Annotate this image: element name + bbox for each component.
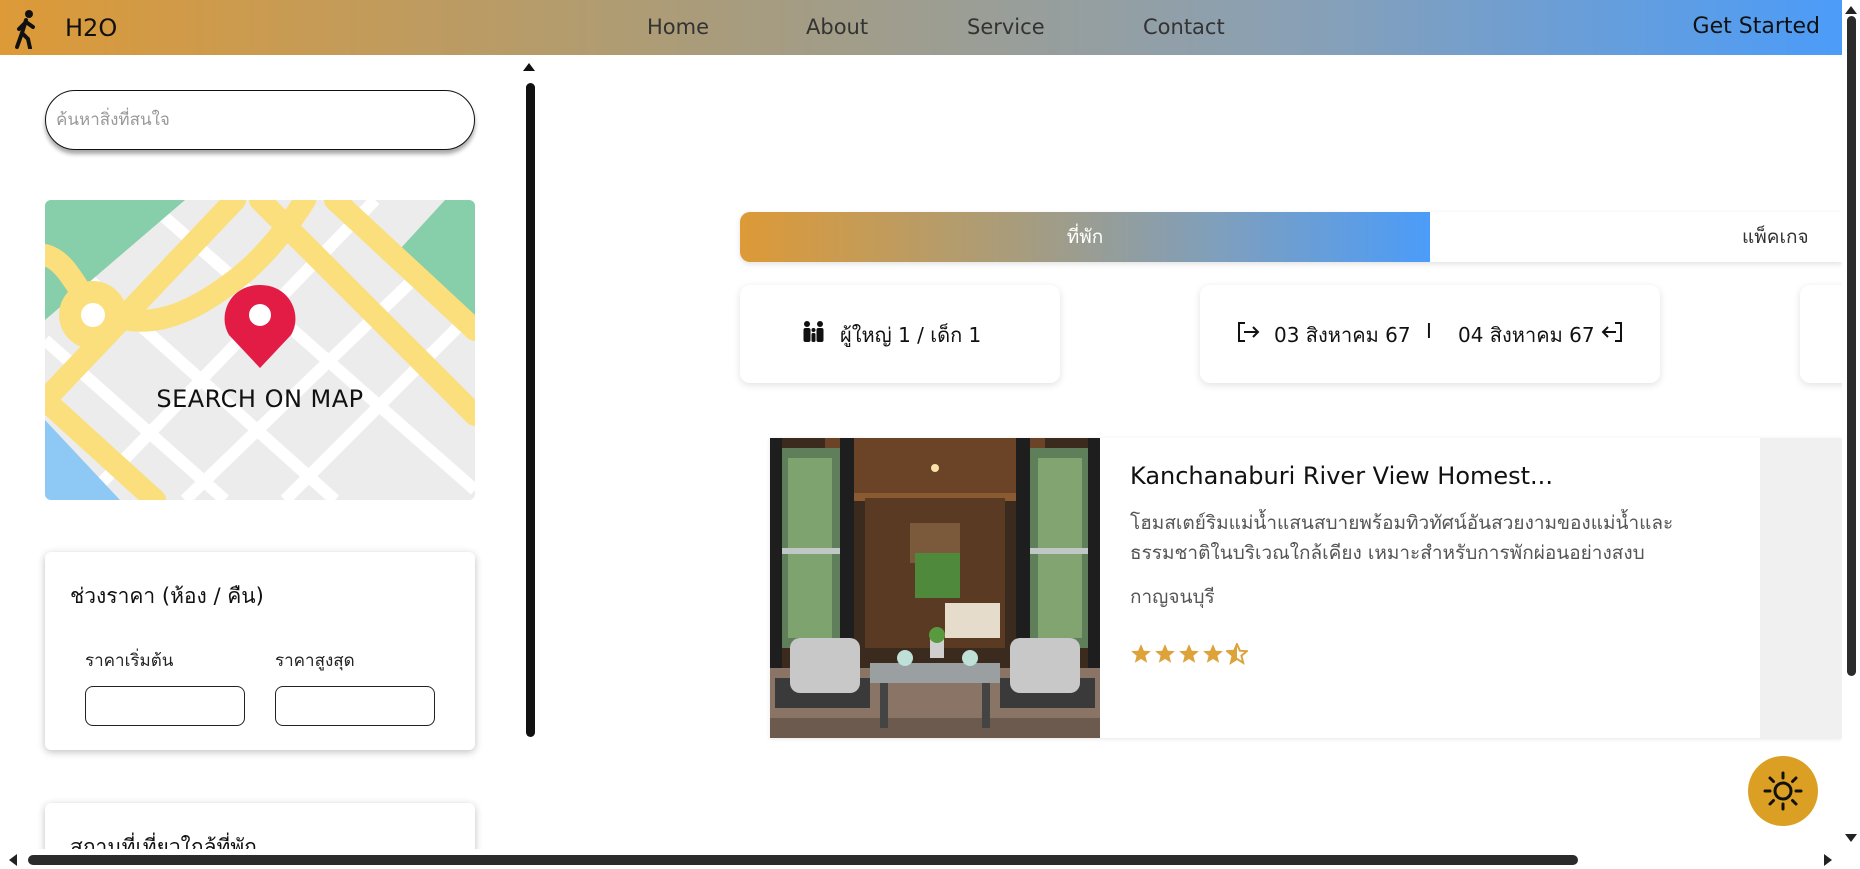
guests-summary: ผู้ใหญ่ 1 / เด็ก 1	[840, 323, 982, 347]
listing-description: โฮมสเตย์ริมแม่น้ำแสนสบายพร้อมทิวทัศน์อัน…	[1130, 512, 1674, 564]
search-input[interactable]	[45, 90, 475, 150]
theme-toggle-button[interactable]	[1748, 756, 1818, 826]
star-full-icon	[1155, 644, 1175, 663]
min-price-input[interactable]	[85, 686, 245, 726]
brand-name[interactable]: H2O	[65, 14, 117, 42]
horizontal-scroll-thumb[interactable]	[28, 855, 1578, 865]
get-started-button[interactable]: Get Started	[1693, 14, 1820, 39]
check-in-icon	[1238, 322, 1260, 342]
tab-packages[interactable]: แพ็คเกจ	[1742, 212, 1809, 262]
scroll-down-arrow[interactable]	[1845, 834, 1857, 842]
max-price-label: ราคาสูงสุด	[275, 651, 355, 671]
check-out-icon	[1601, 322, 1622, 342]
date-separator: I	[1426, 319, 1432, 343]
scroll-right-arrow[interactable]	[1824, 854, 1832, 866]
listing-photo[interactable]	[770, 438, 1100, 738]
guests-selector[interactable]: ผู้ใหญ่ 1 / เด็ก 1	[740, 285, 1060, 383]
star-full-icon	[1131, 644, 1151, 663]
price-range-card: ช่วงราคา (ห้อง / คืน) ราคาเริ่มต้น ราคาส…	[45, 552, 475, 750]
star-full-icon	[1203, 644, 1223, 663]
check-in-date: 03 สิงหาคม 67	[1274, 323, 1411, 347]
nav-about[interactable]: About	[806, 15, 868, 39]
nav-contact[interactable]: Contact	[1143, 15, 1225, 39]
vertical-scroll-thumb[interactable]	[1847, 16, 1856, 676]
search-on-map-card[interactable]: SEARCH ON MAP	[45, 200, 475, 500]
family-icon	[803, 321, 824, 342]
map-label[interactable]: SEARCH ON MAP	[45, 385, 475, 413]
room-photo-illustration	[770, 438, 1100, 738]
scroll-left-arrow[interactable]	[9, 854, 17, 866]
min-price-label: ราคาเริ่มต้น	[85, 651, 174, 671]
listing-side-panel	[1760, 438, 1842, 738]
star-full-icon	[1179, 644, 1199, 663]
listing-location: กาญจนบุรี	[1130, 586, 1215, 608]
sidebar-scrollbar[interactable]	[526, 83, 535, 737]
sidebar-scroll-up-arrow[interactable]	[523, 63, 535, 71]
tab-accommodation[interactable]: ที่พัก	[740, 212, 1430, 262]
top-navbar: H2O Home About Service Contact Get Start…	[0, 0, 1842, 55]
nav-service[interactable]: Service	[967, 15, 1045, 39]
rating-stars	[1130, 643, 1248, 665]
listing-title[interactable]: Kanchanaburi River View Homest...	[1130, 462, 1553, 490]
price-range-title: ช่วงราคา (ห้อง / คืน)	[70, 584, 264, 608]
max-price-input[interactable]	[275, 686, 435, 726]
sun-icon	[1763, 771, 1803, 811]
nav-home[interactable]: Home	[647, 15, 709, 39]
date-range-selector[interactable]: 03 สิงหาคม 67 I 04 สิงหาคม 67	[1200, 285, 1660, 383]
listing-card[interactable]: Kanchanaburi River View Homest... โฮมสเต…	[770, 438, 1842, 738]
scroll-up-arrow[interactable]	[1845, 6, 1857, 14]
star-half-icon	[1226, 643, 1248, 665]
walking-person-icon[interactable]	[10, 9, 42, 49]
category-tabs: ที่พัก แพ็คเกจ	[740, 212, 1842, 262]
map-illustration	[45, 200, 475, 500]
check-out-date: 04 สิงหาคม 67	[1458, 323, 1595, 347]
